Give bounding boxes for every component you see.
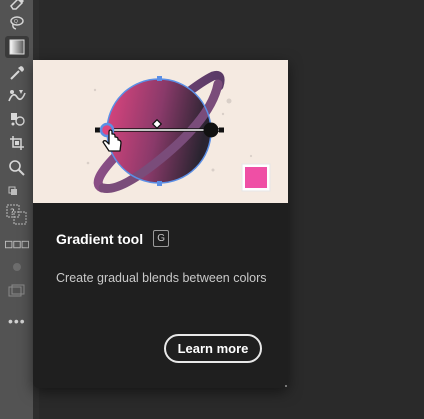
artboard-tool[interactable] (5, 132, 29, 154)
resize-corner (285, 385, 287, 387)
learn-more-button[interactable]: Learn more (164, 334, 262, 363)
blend-tool[interactable] (5, 85, 29, 107)
fill-stroke-swap[interactable] (5, 181, 29, 203)
gradient-tool-tooltip: Gradient tool G Create gradual blends be… (33, 60, 288, 388)
tooltip-description: Create gradual blends between colors (56, 271, 267, 285)
drawing-modes[interactable] (5, 234, 29, 256)
lasso-tool[interactable]: Q (5, 12, 29, 34)
zoom-tool[interactable] (5, 157, 29, 179)
planet-illustration (86, 71, 271, 193)
draw-mode-icon (13, 263, 21, 271)
draw-mode[interactable] (5, 256, 29, 278)
zoom-icon (9, 160, 25, 176)
swap-icon (8, 186, 17, 195)
tooltip-title: Gradient tool (56, 230, 144, 247)
more-tools-button[interactable]: ••• (8, 314, 26, 328)
eraser-icon (10, 0, 24, 10)
tools-panel: Q ? ••• (0, 0, 34, 419)
color-mode-icon (5, 240, 29, 249)
fill-stroke-icon: ? (6, 204, 27, 225)
svg-text:Q: Q (14, 19, 18, 25)
symbol-sprayer-icon (11, 113, 25, 126)
artboard-icon (10, 136, 24, 150)
gradient-illustration (33, 60, 288, 203)
gradient-icon (9, 39, 25, 55)
screen-mode[interactable] (5, 280, 29, 302)
fill-stroke-widget[interactable]: ? (5, 204, 29, 226)
blend-icon (8, 90, 26, 102)
shortcut-key-badge: G (153, 230, 170, 247)
symbol-sprayer-tool[interactable] (5, 108, 29, 130)
gradient-tool[interactable] (5, 36, 29, 58)
eyedropper-tool[interactable] (5, 62, 29, 84)
screen-mode-icon (8, 284, 25, 297)
tooltip-header: Gradient tool G (56, 230, 170, 247)
lasso-icon: Q (10, 16, 24, 30)
eyedropper-icon (10, 66, 24, 80)
